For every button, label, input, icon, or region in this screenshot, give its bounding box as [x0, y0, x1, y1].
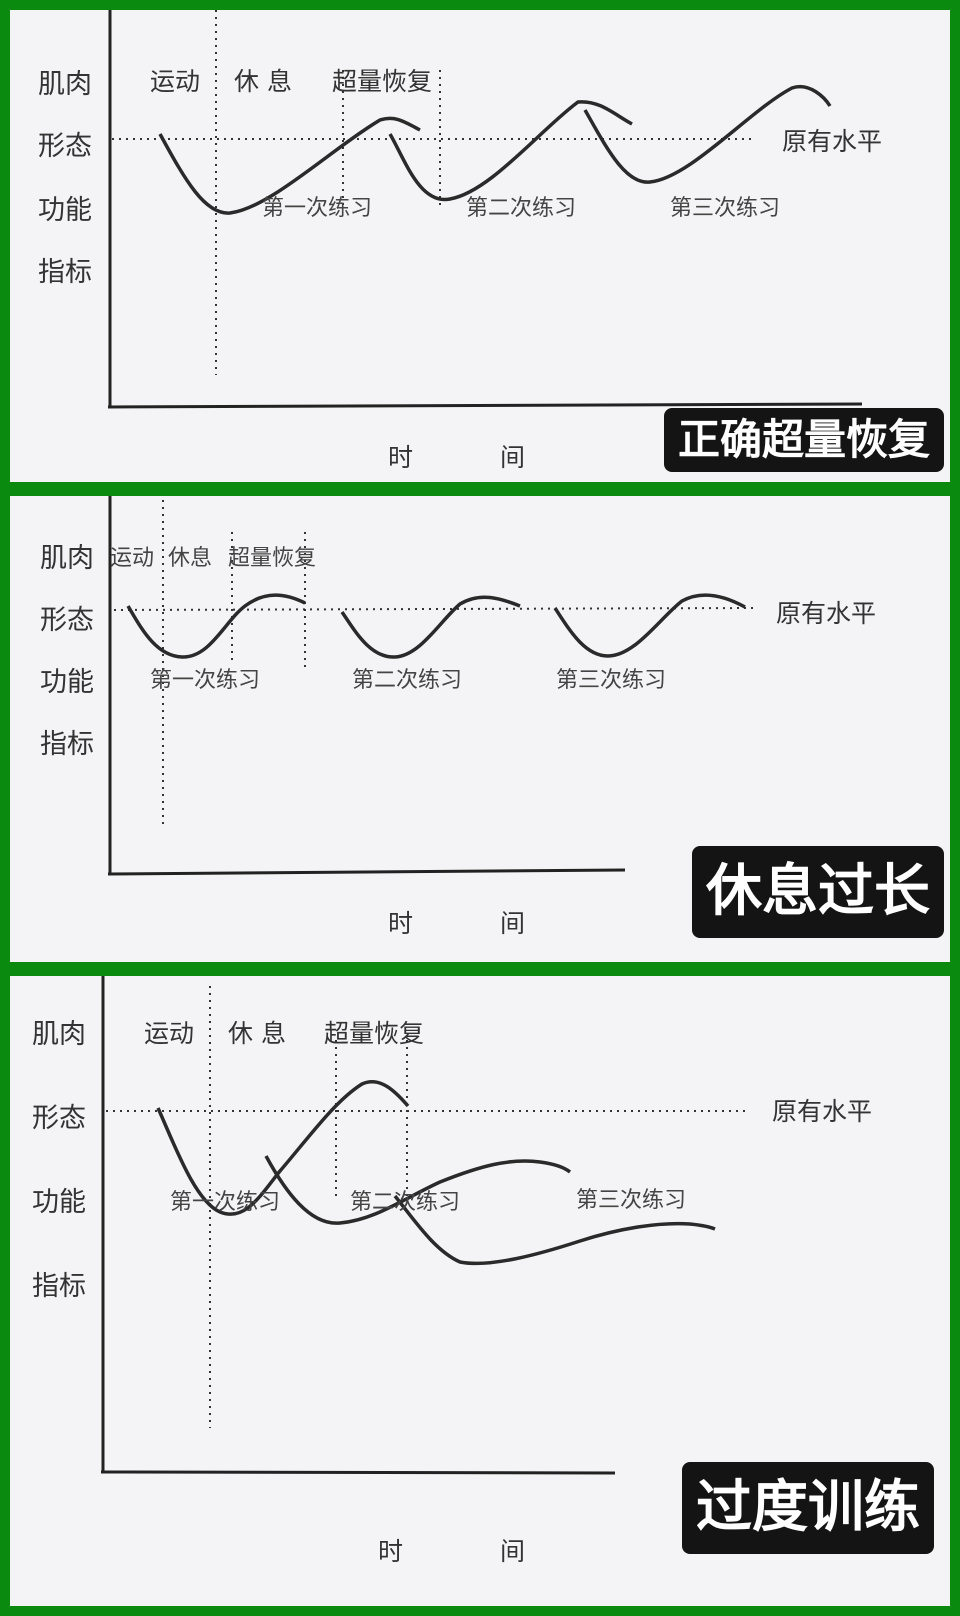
session-label-1: 第一次练习 — [262, 196, 373, 221]
y-label-line-1: 肌肉 — [32, 1019, 86, 1050]
curve-session-2 — [388, 100, 633, 202]
curve-session-3 — [553, 593, 746, 658]
x-label-char-2: 间 — [500, 443, 526, 472]
x-label-char-2: 间 — [500, 1537, 526, 1566]
phase-label-exercise: 运动 — [144, 1019, 195, 1048]
x-label-char-2: 间 — [500, 909, 526, 938]
y-label-line-2: 形态 — [38, 131, 92, 162]
curve-session-1 — [126, 593, 306, 659]
phase-label-rest: 休 息 — [234, 67, 292, 96]
baseline-label: 原有水平 — [772, 1097, 873, 1126]
y-label-line-2: 形态 — [40, 605, 94, 636]
y-label-line-1: 肌肉 — [38, 69, 92, 100]
panel-correct-supercompensation: 肌肉 形态 功能 指标 运动 休 息 超量恢复 原有水平 第一次练习 第二次练习… — [10, 10, 950, 482]
session-label-1: 第一次练习 — [150, 668, 261, 693]
baseline-label: 原有水平 — [782, 127, 883, 156]
phase-label-supercompensation: 超量恢复 — [332, 67, 433, 96]
session-label-2: 第二次练习 — [352, 668, 463, 693]
phase-label-rest: 休息 — [168, 546, 213, 571]
session-label-3: 第三次练习 — [576, 1188, 687, 1213]
y-label-line-3: 功能 — [38, 195, 92, 226]
phase-label-exercise: 运动 — [150, 67, 201, 96]
session-label-2: 第二次练习 — [350, 1190, 461, 1215]
y-label-line-4: 指标 — [38, 257, 92, 288]
phase-label-exercise: 运动 — [110, 546, 155, 571]
caption-badge: 休息过长 — [692, 846, 944, 938]
caption-badge: 正确超量恢复 — [663, 408, 944, 472]
y-label-line-1: 肌肉 — [40, 543, 94, 574]
caption-badge: 过度训练 — [682, 1462, 934, 1554]
baseline-label: 原有水平 — [776, 599, 877, 628]
y-label-line-3: 功能 — [40, 667, 94, 698]
phase-label-supercompensation: 超量恢复 — [324, 1019, 425, 1048]
phase-label-supercompensation: 超量恢复 — [228, 546, 317, 571]
panel-rest-too-long: 肌肉 形态 功能 指标 运动 休息 超量恢复 原有水平 第一次练习 第二次练习 … — [10, 496, 950, 962]
x-label-char-1: 时 — [388, 909, 414, 938]
y-label-line-2: 形态 — [32, 1103, 86, 1134]
y-label-line-4: 指标 — [32, 1271, 86, 1302]
x-label-char-1: 时 — [378, 1537, 404, 1566]
x-axis — [107, 402, 863, 409]
y-label-line-3: 功能 — [32, 1187, 86, 1218]
y-label-line-4: 指标 — [40, 729, 94, 760]
phase-label-rest: 休 息 — [228, 1019, 286, 1048]
session-label-1: 第一次练习 — [170, 1190, 281, 1215]
baseline-line — [113, 607, 756, 611]
curve-session-2 — [340, 595, 521, 659]
session-label-2: 第二次练习 — [466, 196, 577, 221]
x-axis — [107, 868, 626, 876]
x-label-char-1: 时 — [388, 443, 414, 472]
panel-overtraining: 肌肉 形态 功能 指标 运动 休 息 超量恢复 原有水平 第一次练习 第二次练习… — [10, 976, 950, 1606]
x-axis — [100, 1470, 616, 1475]
session-label-3: 第三次练习 — [556, 668, 667, 693]
session-label-3: 第三次练习 — [670, 196, 781, 221]
